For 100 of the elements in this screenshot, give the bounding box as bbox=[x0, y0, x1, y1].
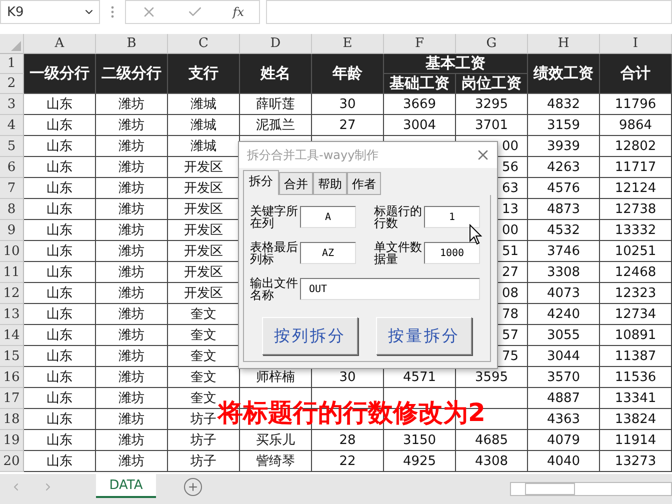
input-field[interactable]: 1000 bbox=[424, 242, 480, 264]
table-cell: 山东 bbox=[24, 388, 96, 409]
table-cell: 4925 bbox=[384, 451, 456, 472]
table-cell: 4576 bbox=[528, 178, 600, 199]
row-number[interactable]: 1 bbox=[0, 54, 24, 74]
input-field[interactable]: 1 bbox=[424, 206, 480, 228]
input-field[interactable]: OUT bbox=[300, 278, 480, 300]
table-cell: 潍坊 bbox=[96, 220, 168, 241]
sheet-tab[interactable]: DATA bbox=[96, 474, 156, 498]
table-cell: 4685 bbox=[456, 430, 528, 451]
table-cell: 潍坊 bbox=[96, 262, 168, 283]
row-number[interactable]: 17 bbox=[0, 388, 24, 409]
table-cell: 12738 bbox=[600, 199, 672, 220]
table-cell: 山东 bbox=[24, 430, 96, 451]
table-cell: 3295 bbox=[456, 94, 528, 115]
row-number[interactable]: 8 bbox=[0, 199, 24, 220]
table-cell: 3044 bbox=[528, 346, 600, 367]
select-all-icon[interactable] bbox=[11, 41, 21, 51]
table-cell: 27 bbox=[312, 115, 384, 136]
table-cell: 4873 bbox=[528, 199, 600, 220]
table-cell: 潍坊 bbox=[96, 388, 168, 409]
table-cell: 4887 bbox=[528, 388, 600, 409]
row-number[interactable]: 6 bbox=[0, 157, 24, 178]
field-label: 表格最后列标 bbox=[250, 241, 298, 265]
table-cell: 山东 bbox=[24, 157, 96, 178]
table-cell: 30 bbox=[312, 94, 384, 115]
header-cell: 年龄 bbox=[312, 54, 384, 94]
table-cell: 山东 bbox=[24, 199, 96, 220]
table-cell: 山东 bbox=[24, 367, 96, 388]
row-number[interactable]: 18 bbox=[0, 409, 24, 430]
tab[interactable]: 合并 bbox=[279, 172, 313, 195]
table-cell: 28 bbox=[312, 430, 384, 451]
table-cell: 买乐儿 bbox=[240, 430, 312, 451]
row-number[interactable]: 10 bbox=[0, 241, 24, 262]
row-number[interactable]: 20 bbox=[0, 451, 24, 472]
table-cell: 4832 bbox=[528, 94, 600, 115]
table-cell: 山东 bbox=[24, 241, 96, 262]
split-button[interactable]: 按量拆分 bbox=[376, 317, 472, 355]
table-cell: 11717 bbox=[600, 157, 672, 178]
input-field[interactable]: AZ bbox=[300, 242, 356, 264]
table-cell: 13341 bbox=[600, 388, 672, 409]
insert-function-button[interactable]: fx bbox=[232, 5, 244, 19]
table-cell: 3004 bbox=[384, 115, 456, 136]
table-cell: 山东 bbox=[24, 325, 96, 346]
row-number[interactable]: 3 bbox=[0, 94, 24, 115]
input-field[interactable]: A bbox=[300, 206, 356, 228]
table-cell: 潍坊 bbox=[96, 94, 168, 115]
table-cell: 12802 bbox=[600, 136, 672, 157]
table-cell: 4263 bbox=[528, 157, 600, 178]
table-cell: 3701 bbox=[456, 115, 528, 136]
row-number[interactable]: 16 bbox=[0, 367, 24, 388]
table-cell: 10251 bbox=[600, 241, 672, 262]
row-number[interactable]: 4 bbox=[0, 115, 24, 136]
table-cell: 山东 bbox=[24, 262, 96, 283]
row-number[interactable]: 13 bbox=[0, 304, 24, 325]
row-number[interactable]: 14 bbox=[0, 325, 24, 346]
name-box[interactable]: K9 bbox=[0, 0, 100, 24]
table-cell: 泥孤兰 bbox=[240, 115, 312, 136]
row-number[interactable]: 15 bbox=[0, 346, 24, 367]
table-cell: 潍坊 bbox=[96, 136, 168, 157]
horizontal-scrollbar[interactable] bbox=[510, 482, 672, 496]
table-cell: 4240 bbox=[528, 304, 600, 325]
table-cell: 潍坊 bbox=[96, 283, 168, 304]
table-cell: 潍坊 bbox=[96, 157, 168, 178]
header-cell: 一级分行 bbox=[24, 54, 96, 94]
row-number[interactable]: 5 bbox=[0, 136, 24, 157]
row-number[interactable]: 19 bbox=[0, 430, 24, 451]
table-cell: 3159 bbox=[528, 115, 600, 136]
cursor-icon bbox=[469, 224, 483, 246]
header-cell: 姓名 bbox=[240, 54, 312, 94]
row-number[interactable]: 12 bbox=[0, 283, 24, 304]
table-cell: 3570 bbox=[528, 367, 600, 388]
table-cell: 3746 bbox=[528, 241, 600, 262]
tab[interactable]: 拆分 bbox=[243, 170, 279, 195]
table-cell: 4073 bbox=[528, 283, 600, 304]
table-cell: 山东 bbox=[24, 451, 96, 472]
tab[interactable]: 作者 bbox=[347, 172, 381, 195]
table-cell: 山东 bbox=[24, 283, 96, 304]
header-cell: 绩效工资 bbox=[528, 54, 600, 94]
table-cell: 3308 bbox=[528, 262, 600, 283]
table-cell: 潍坊 bbox=[96, 241, 168, 262]
row-number[interactable]: 2 bbox=[0, 74, 24, 94]
table-cell: 4308 bbox=[456, 451, 528, 472]
table-cell: 山东 bbox=[24, 136, 96, 157]
table-cell: 潍坊 bbox=[96, 451, 168, 472]
table-cell: 3150 bbox=[384, 430, 456, 451]
table-cell: 12734 bbox=[600, 304, 672, 325]
formula-field[interactable] bbox=[266, 0, 672, 24]
table-cell: 潍城 bbox=[168, 94, 240, 115]
row-number[interactable]: 9 bbox=[0, 220, 24, 241]
split-button[interactable]: 按列拆分 bbox=[262, 317, 358, 355]
table-cell: 11536 bbox=[600, 367, 672, 388]
more-icon bbox=[111, 6, 114, 18]
table-cell: 潍坊 bbox=[96, 325, 168, 346]
tab[interactable]: 帮助 bbox=[313, 172, 347, 195]
row-number[interactable]: 11 bbox=[0, 262, 24, 283]
row-number[interactable]: 7 bbox=[0, 178, 24, 199]
field-label: 标题行的行数 bbox=[374, 205, 422, 229]
add-sheet-icon[interactable] bbox=[184, 478, 202, 496]
table-cell: 山东 bbox=[24, 346, 96, 367]
